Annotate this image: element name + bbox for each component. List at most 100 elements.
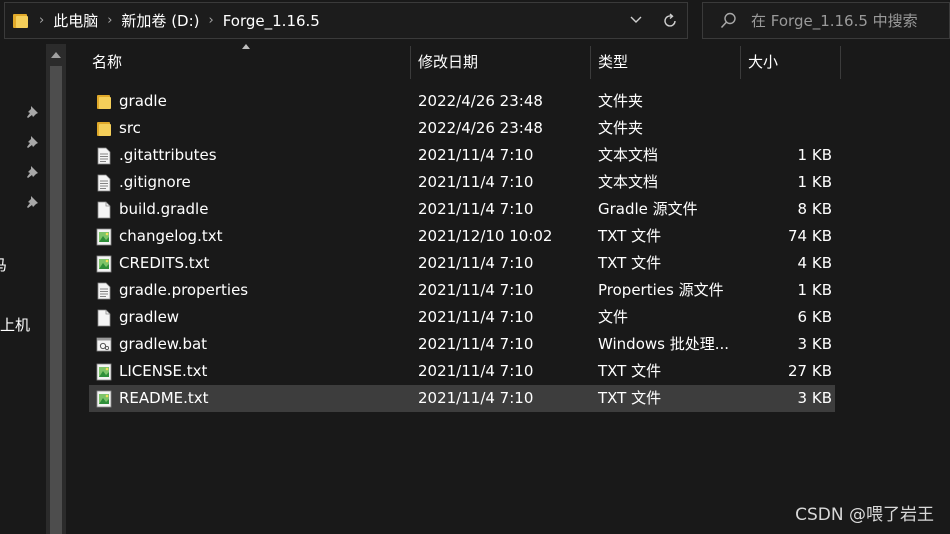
file-name: gradle [119, 92, 167, 110]
file-date: 2022/4/26 23:48 [418, 92, 543, 110]
breadcrumb-this-pc[interactable]: 此电脑 [53, 10, 98, 31]
breadcrumb-forge-folder[interactable]: Forge_1.16.5 [223, 12, 320, 30]
file-row[interactable]: gradle.properties 2021/11/4 7:10 Propertie… [89, 277, 835, 304]
file-name: gradlew.bat [119, 335, 208, 353]
file-date: 2021/11/4 7:10 [418, 308, 534, 326]
file-size: 27 KB [788, 362, 832, 380]
file-type: 文件夹 [598, 119, 644, 137]
scroll-up-arrow-icon[interactable] [51, 52, 61, 58]
txt-image-icon [96, 390, 112, 408]
column-type[interactable]: 类型 [591, 46, 739, 79]
file-type: Properties 源文件 [598, 281, 724, 299]
file-type: TXT 文件 [598, 227, 662, 245]
chevron-right-icon[interactable]: › [107, 13, 112, 28]
file-size: 3 KB [797, 389, 832, 407]
search-input[interactable] [751, 11, 941, 30]
scrollbar-thumb[interactable] [50, 66, 62, 534]
txt-image-icon [96, 255, 112, 273]
txt-image-icon [96, 363, 112, 381]
file-name: build.gradle [119, 200, 209, 218]
file-date: 2021/11/4 7:10 [418, 146, 534, 164]
file-row[interactable]: gradlew.bat 2021/11/4 7:10 Windows 批处理... 3… [89, 331, 835, 358]
nav-item-label[interactable]: 马 [0, 254, 7, 275]
folder-icon [96, 93, 112, 111]
file-size: 4 KB [797, 254, 832, 272]
file-list-pane[interactable]: 名称 修改日期 类型 大小 gradle 2022/4/26 23:48 文件夹 sr… [66, 44, 950, 534]
file-size: 1 KB [797, 146, 832, 164]
batch-file-icon [96, 336, 112, 354]
file-date: 2021/11/4 7:10 [418, 335, 534, 353]
file-type: TXT 文件 [598, 362, 662, 380]
nav-scrollbar[interactable] [46, 44, 66, 534]
refresh-icon [663, 12, 676, 27]
file-type: 文件夹 [598, 92, 644, 110]
column-divider[interactable] [840, 46, 841, 79]
chevron-down-icon[interactable] [621, 13, 651, 29]
file-date: 2021/11/4 7:10 [418, 362, 534, 380]
file-row[interactable]: CREDITS.txt 2021/11/4 7:10 TXT 文件 4 KB [89, 250, 835, 277]
file-type: 文本文档 [598, 146, 659, 164]
folder-icon [12, 12, 30, 30]
chevron-right-icon[interactable]: › [209, 13, 214, 28]
chevron-right-icon[interactable]: › [39, 13, 44, 28]
file-type: 文件 [598, 308, 629, 326]
file-name: src [119, 119, 141, 137]
txt-image-icon [96, 228, 112, 246]
file-date: 2021/11/4 7:10 [418, 173, 534, 191]
file-date: 2021/11/4 7:10 [418, 254, 534, 272]
file-name: .gitignore [119, 173, 191, 191]
file-row[interactable]: .gitattributes 2021/11/4 7:10 文本文档 1 KB [89, 142, 835, 169]
column-size[interactable]: 大小 [741, 46, 839, 79]
file-type: Windows 批处理... [598, 335, 730, 353]
file-name: README.txt [119, 389, 209, 407]
file-row[interactable]: .gitignore 2021/11/4 7:10 文本文档 1 KB [89, 169, 835, 196]
file-size: 6 KB [797, 308, 832, 326]
file-date: 2022/4/26 23:48 [418, 119, 543, 137]
file-name: LICENSE.txt [119, 362, 208, 380]
file-date: 2021/12/10 10:02 [418, 227, 553, 245]
file-type: TXT 文件 [598, 254, 662, 272]
column-header: 名称 修改日期 类型 大小 [66, 46, 950, 79]
column-date[interactable]: 修改日期 [411, 46, 589, 79]
file-name: gradlew [119, 308, 180, 326]
file-size: 74 KB [788, 227, 832, 245]
address-bar[interactable]: › 此电脑 › 新加卷 (D:) › Forge_1.16.5 [4, 2, 688, 39]
file-rows: gradle 2022/4/26 23:48 文件夹 src 2022/4/26 23:… [89, 88, 835, 412]
file-row[interactable]: LICENSE.txt 2021/11/4 7:10 TXT 文件 27 KB [89, 358, 835, 385]
text-file-icon [96, 174, 112, 192]
file-name: CREDITS.txt [119, 254, 210, 272]
file-row[interactable]: gradlew 2021/11/4 7:10 文件 6 KB [89, 304, 835, 331]
file-size: 1 KB [797, 173, 832, 191]
file-icon [96, 201, 112, 219]
search-icon [720, 12, 736, 29]
file-row[interactable]: gradle 2022/4/26 23:48 文件夹 [89, 88, 835, 115]
file-row[interactable]: build.gradle 2021/11/4 7:10 Gradle 源文件 8 KB [89, 196, 835, 223]
file-type: Gradle 源文件 [598, 200, 698, 218]
column-name[interactable]: 名称 [85, 46, 408, 79]
pin-icon[interactable] [26, 135, 40, 149]
file-row[interactable]: README.txt 2021/11/4 7:10 TXT 文件 3 KB [89, 385, 835, 412]
breadcrumb-drive-d[interactable]: 新加卷 (D:) [121, 10, 199, 31]
refresh-button[interactable] [651, 3, 687, 38]
file-icon [96, 309, 112, 327]
file-name: gradle.properties [119, 281, 249, 299]
file-size: 3 KB [797, 335, 832, 353]
watermark: CSDN @喂了岩王 [795, 505, 934, 525]
search-box[interactable] [702, 2, 950, 39]
file-date: 2021/11/4 7:10 [418, 389, 534, 407]
file-date: 2021/11/4 7:10 [418, 281, 534, 299]
file-size: 8 KB [797, 200, 832, 218]
file-name: changelog.txt [119, 227, 223, 245]
file-name: .gitattributes [119, 146, 217, 164]
file-type: 文本文档 [598, 173, 659, 191]
pin-icon[interactable] [26, 105, 40, 119]
pin-icon[interactable] [26, 165, 40, 179]
file-size: 1 KB [797, 281, 832, 299]
file-row[interactable]: changelog.txt 2021/12/10 10:02 TXT 文件 74 KB [89, 223, 835, 250]
file-row[interactable]: src 2022/4/26 23:48 文件夹 [89, 115, 835, 142]
text-file-icon [96, 147, 112, 165]
text-file-icon [96, 282, 112, 300]
pin-icon[interactable] [26, 195, 40, 209]
nav-item-label[interactable]: 上机 [0, 314, 30, 335]
navigation-pane[interactable]: 马 上机 [0, 44, 46, 534]
